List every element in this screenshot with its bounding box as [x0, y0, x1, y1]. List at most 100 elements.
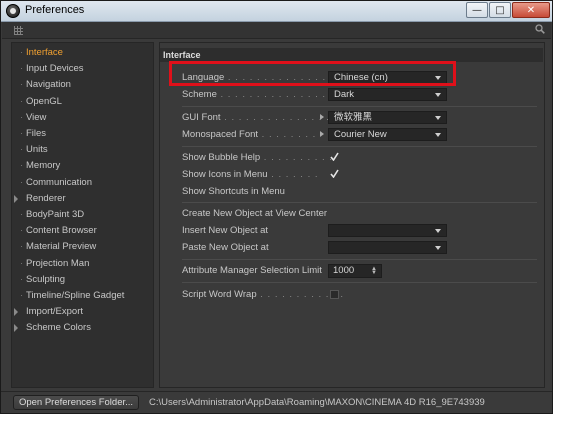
sidebar-item-import-export[interactable]: Import/Export	[12, 304, 153, 320]
sidebar-item-label: Units	[26, 144, 48, 156]
icons-menu-label-text: Show Icons in Menu	[182, 169, 268, 180]
gui-font-dropdown[interactable]: 微软雅黑	[328, 111, 447, 124]
gui-font-label-text: GUI Font	[182, 112, 221, 123]
chevron-down-icon	[435, 133, 441, 137]
attr-limit-label-text: Attribute Manager Selection Limit	[182, 265, 322, 276]
sidebar-item-memory[interactable]: · Memory	[12, 158, 153, 174]
expand-arrow-icon[interactable]	[14, 308, 18, 317]
gui-font-value: 微软雅黑	[334, 112, 373, 123]
attr-limit-stepper[interactable]: 1000 ▲ ▼	[328, 264, 382, 278]
chevron-down-icon	[435, 93, 441, 97]
sidebar-item-opengl[interactable]: · OpenGL	[12, 94, 153, 110]
preferences-window: Preferences — □ ✕ · Interface · Input Devic…	[0, 0, 553, 414]
main-panel: Interface Language . . . . . . . . . . .…	[159, 42, 545, 388]
insert-new-dropdown[interactable]	[328, 224, 447, 237]
sidebar-item-content-browser[interactable]: · Content Browser	[12, 223, 153, 239]
tree-line-icon: ·	[20, 209, 24, 220]
close-button[interactable]: ✕	[512, 2, 550, 18]
word-wrap-checkbox[interactable]	[330, 290, 339, 299]
maximize-button[interactable]: □	[489, 2, 511, 18]
tree-line-icon: ·	[20, 290, 24, 301]
expand-arrow-icon[interactable]	[320, 131, 324, 137]
sidebar-item-label: Sculpting	[26, 273, 66, 285]
minimize-button[interactable]: —	[466, 2, 488, 18]
sidebar-item-bodypaint-3d[interactable]: · BodyPaint 3D	[12, 207, 153, 223]
scheme-label: Scheme . . . . . . . . . . . . . . . .	[182, 89, 334, 100]
mono-font-dropdown[interactable]: Courier New	[328, 128, 447, 141]
paste-new-dropdown[interactable]	[328, 241, 447, 254]
tree-line-icon: ·	[20, 79, 24, 91]
expand-arrow-icon[interactable]	[320, 114, 324, 120]
chevron-down-icon	[435, 246, 441, 250]
language-highlight-box	[169, 61, 456, 86]
sidebar-item-projection-man[interactable]: · Projection Man	[12, 256, 153, 272]
window-title: Preferences	[25, 4, 85, 16]
sidebar-item-interface[interactable]: · Interface	[12, 45, 153, 61]
divider	[182, 106, 537, 107]
tree-line-icon: ·	[20, 63, 24, 75]
gui-font-label: GUI Font . . . . . . . . . . . . . . .	[182, 112, 330, 123]
bubble-help-label: Show Bubble Help . . . . . . . . . .	[182, 152, 333, 163]
sidebar: · Interface · Input Devices · Navigation · Open…	[11, 42, 154, 388]
sidebar-item-view[interactable]: · View	[12, 110, 153, 126]
tree-line-icon: ·	[20, 176, 24, 188]
chevron-down-icon	[435, 229, 441, 233]
insert-new-label-text: Insert New Object at	[182, 225, 269, 236]
bubble-help-checkbox[interactable]	[330, 152, 339, 161]
sidebar-item-label: Interface	[26, 47, 63, 58]
icons-menu-label: Show Icons in Menu . . . . . . .	[182, 169, 319, 180]
tree-line-icon: ·	[20, 128, 24, 139]
section-title: Interface	[160, 48, 543, 62]
sidebar-item-label: Files	[26, 128, 47, 139]
stepper-arrows-icon[interactable]: ▲ ▼	[371, 266, 377, 276]
sidebar-item-navigation[interactable]: · Navigation	[12, 77, 153, 93]
sidebar-item-input-devices[interactable]: · Input Devices	[12, 61, 153, 77]
sidebar-item-files[interactable]: · Files	[12, 126, 153, 142]
shortcuts-menu-label-text: Show Shortcuts in Menu	[182, 186, 285, 197]
create-new-label-text: Create New Object at View Center	[182, 208, 328, 219]
insert-new-label: Insert New Object at	[182, 225, 332, 236]
search-icon[interactable]	[535, 24, 545, 34]
open-preferences-folder-button[interactable]: Open Preferences Folder...	[13, 395, 139, 410]
footer-divider	[1, 391, 552, 392]
attr-limit-value: 1000	[333, 265, 355, 276]
sidebar-item-label: Timeline/Spline Gadget	[26, 290, 125, 301]
expand-arrow-icon[interactable]	[14, 324, 18, 333]
sidebar-item-sculpting[interactable]: · Sculpting	[12, 272, 153, 288]
expand-arrow-icon[interactable]	[14, 194, 18, 203]
sidebar-item-label: Import/Export	[26, 306, 84, 318]
title-bar[interactable]: Preferences — □ ✕	[1, 1, 552, 22]
sidebar-item-label: Content Browser	[26, 225, 97, 237]
attr-limit-label: Attribute Manager Selection Limit	[182, 265, 332, 276]
scheme-value: Dark	[334, 89, 355, 100]
sidebar-item-scheme-colors[interactable]: Scheme Colors	[12, 320, 153, 336]
sidebar-item-timeline-spline-gadget[interactable]: · Timeline/Spline Gadget	[12, 288, 153, 304]
grid-menu-icon[interactable]	[14, 26, 23, 35]
word-wrap-label-text: Script Word Wrap	[182, 289, 257, 300]
sidebar-item-label: Memory	[26, 160, 61, 172]
tree-line-icon: ·	[20, 144, 24, 156]
divider	[182, 202, 537, 203]
icons-menu-checkbox[interactable]	[330, 169, 339, 178]
sidebar-item-material-preview[interactable]: · Material Preview	[12, 239, 153, 255]
sidebar-item-units[interactable]: · Units	[12, 142, 153, 158]
sidebar-item-renderer[interactable]: Renderer	[12, 191, 153, 207]
sidebar-item-label: Renderer	[26, 192, 66, 204]
word-wrap-label: Script Word Wrap . . . . . . . . . . . .	[182, 289, 344, 300]
chevron-down-icon	[435, 116, 441, 120]
mono-font-value: Courier New	[334, 129, 387, 140]
scheme-dropdown[interactable]: Dark	[328, 88, 447, 101]
mono-font-label-text: Monospaced Font	[182, 129, 259, 140]
sidebar-item-communication[interactable]: · Communication	[12, 175, 153, 191]
cinema4d-logo-icon	[6, 4, 20, 18]
tree-line-icon: ·	[20, 160, 24, 172]
sidebar-item-label: View	[26, 111, 47, 123]
tree-line-icon: ·	[20, 241, 24, 253]
toolbar	[2, 22, 551, 39]
sidebar-item-label: Material Preview	[26, 241, 97, 253]
tree-line-icon: ·	[20, 273, 24, 285]
tree-line-icon: ·	[20, 111, 24, 123]
divider	[182, 282, 537, 283]
divider	[182, 146, 537, 147]
sidebar-item-label: Communication	[26, 176, 92, 188]
